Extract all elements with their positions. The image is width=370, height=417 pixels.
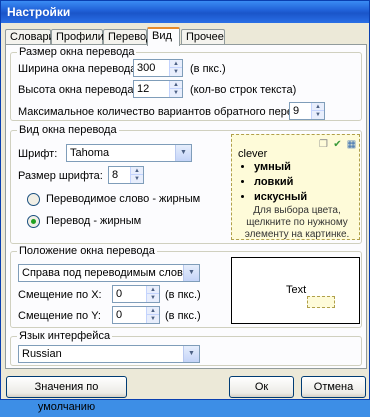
width-spinner[interactable]: 300 ▲ ▼: [133, 59, 183, 77]
tab-dictionaries[interactable]: Словари: [5, 29, 55, 45]
radio-word-bold[interactable]: [27, 193, 40, 206]
position-value: Справа под переводимым словом: [22, 267, 197, 279]
position-preview-box: Text: [231, 257, 360, 324]
font-size-spinner[interactable]: 8 ▲ ▼: [108, 166, 144, 184]
width-unit: (в пкс.): [190, 63, 226, 75]
height-value: 12: [137, 83, 150, 95]
width-label: Ширина окна перевода:: [18, 63, 140, 75]
offset-x-label: Смещение по X:: [18, 289, 102, 301]
view-tab-panel: Размер окна перевода Ширина окна перевод…: [5, 44, 367, 369]
spin-down-icon[interactable]: ▼: [131, 175, 143, 183]
max-variants-value: 9: [293, 105, 300, 117]
spin-down-icon[interactable]: ▼: [147, 294, 159, 302]
window-size-group: Размер окна перевода Ширина окна перевод…: [10, 46, 362, 121]
preview-item[interactable]: умный: [254, 160, 307, 175]
preview-item[interactable]: ловкий: [254, 175, 307, 190]
check-icon[interactable]: ✔: [332, 139, 343, 150]
spin-up-icon[interactable]: ▲: [131, 167, 143, 175]
offset-x-spinner[interactable]: 0 ▲ ▼: [112, 285, 160, 303]
language-value: Russian: [22, 348, 62, 360]
preview-list: умный ловкий искусный: [240, 160, 307, 205]
preview-word[interactable]: clever: [238, 148, 267, 160]
color-preview-box[interactable]: clever ❐ ✔ ▦ умный ловкий искусный Для в…: [231, 134, 360, 240]
language-group: Язык интерфейса Russian ▼: [10, 330, 362, 366]
chevron-down-icon[interactable]: ▼: [175, 145, 191, 161]
offset-x-unit: (в пкс.): [165, 289, 201, 301]
radio-translation-bold[interactable]: [27, 215, 40, 228]
view-group-title: Вид окна перевода: [17, 124, 119, 136]
offset-y-spinner[interactable]: 0 ▲ ▼: [112, 306, 160, 324]
position-preview-text: Text: [286, 284, 307, 296]
tab-translation[interactable]: Перевод: [103, 29, 152, 45]
spin-up-icon[interactable]: ▲: [312, 103, 324, 111]
language-group-title: Язык интерфейса: [17, 330, 113, 342]
spin-up-icon[interactable]: ▲: [147, 286, 159, 294]
height-unit: (кол-во строк текста): [190, 84, 297, 96]
font-size-label: Размер шрифта:: [18, 170, 103, 182]
offset-y-value: 0: [116, 309, 123, 321]
spin-down-icon[interactable]: ▼: [147, 315, 159, 323]
spin-up-icon[interactable]: ▲: [147, 307, 159, 315]
ok-button[interactable]: Ок: [229, 376, 294, 398]
font-size-value: 8: [112, 169, 119, 181]
tab-view[interactable]: Вид: [147, 27, 180, 46]
copy-icon[interactable]: ❐: [318, 139, 329, 150]
spin-up-icon[interactable]: ▲: [170, 81, 182, 89]
settings-window: Настройки Словари Профили Перевод Вид Пр…: [0, 0, 370, 413]
spin-down-icon[interactable]: ▼: [312, 111, 324, 119]
height-spinner[interactable]: 12 ▲ ▼: [133, 80, 183, 98]
offset-y-unit: (в пкс.): [165, 310, 201, 322]
width-value: 300: [137, 62, 156, 74]
position-select[interactable]: Справа под переводимым словом ▼: [18, 264, 200, 282]
tab-profiles[interactable]: Профили: [51, 29, 104, 45]
window-title: Настройки: [1, 1, 369, 23]
spin-up-icon[interactable]: ▲: [170, 60, 182, 68]
position-preview-window: [307, 296, 335, 308]
font-value: Tahoma: [70, 147, 110, 159]
radio-selected-dot: [31, 219, 36, 224]
defaults-button[interactable]: Значения по умолчанию: [6, 376, 127, 413]
spin-down-icon[interactable]: ▼: [170, 89, 182, 97]
max-variants-label: Максимальное количество вариантов обратн…: [18, 106, 321, 118]
radio-word-bold-label: Переводимое слово - жирным: [46, 193, 201, 205]
tab-other[interactable]: Прочее: [181, 29, 225, 45]
preview-item[interactable]: искусный: [254, 190, 307, 205]
offset-y-label: Смещение по Y:: [18, 310, 101, 322]
chevron-down-icon[interactable]: ▼: [183, 346, 199, 362]
height-label: Высота окна перевода:: [18, 84, 137, 96]
max-variants-spinner[interactable]: 9 ▲ ▼: [289, 102, 325, 120]
window-size-group-title: Размер окна перевода: [17, 46, 137, 58]
spin-down-icon[interactable]: ▼: [170, 68, 182, 76]
position-group-title: Положение окна перевода: [17, 245, 157, 257]
chevron-down-icon[interactable]: ▼: [183, 265, 199, 281]
language-select[interactable]: Russian ▼: [18, 345, 200, 363]
font-select[interactable]: Tahoma ▼: [66, 144, 192, 162]
layout-icon[interactable]: ▦: [346, 139, 357, 150]
cancel-button[interactable]: Отмена: [301, 376, 366, 398]
radio-translation-bold-label: Перевод - жирным: [46, 215, 142, 227]
preview-hint: Для выбора цвета, щелкните по нужному эл…: [244, 205, 350, 240]
offset-x-value: 0: [116, 288, 123, 300]
font-label: Шрифт:: [18, 148, 58, 160]
